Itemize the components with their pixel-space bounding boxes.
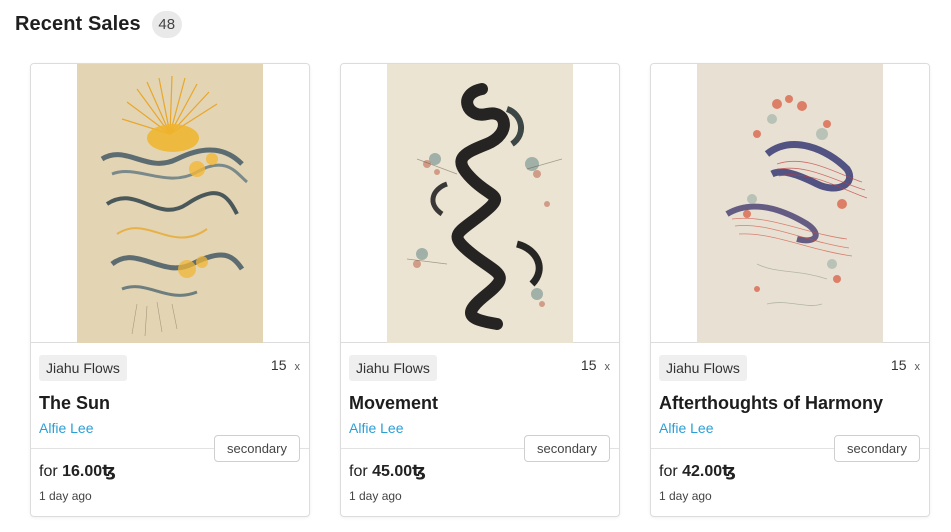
sale-price: for 42.00ꜩ — [659, 461, 736, 481]
artwork-image[interactable] — [651, 64, 929, 343]
sale-price: for 16.00ꜩ — [39, 461, 116, 481]
recent-sales-header: Recent Sales 48 — [15, 10, 182, 38]
edition-number: 15 — [270, 357, 287, 373]
price-prefix: for — [659, 463, 678, 480]
sales-count-badge: 48 — [151, 10, 182, 38]
artist-link[interactable]: Alfie Lee — [349, 420, 403, 436]
price-prefix: for — [349, 463, 368, 480]
artwork-afterthoughts-of-harmony — [697, 64, 883, 343]
sale-time: 1 day ago — [659, 489, 712, 503]
collection-chip[interactable]: Jiahu Flows — [39, 355, 127, 381]
artwork-title[interactable]: Afterthoughts of Harmony — [659, 393, 883, 414]
artwork-image[interactable] — [31, 64, 309, 343]
edition-multiplier: x — [604, 361, 611, 373]
price-value: 42.00ꜩ — [682, 463, 736, 480]
sale-time: 1 day ago — [39, 489, 92, 503]
edition-multiplier: x — [914, 361, 921, 373]
sale-card[interactable]: Jiahu Flows 15 x Afterthoughts of Harmon… — [650, 63, 930, 517]
sale-time: 1 day ago — [349, 489, 402, 503]
edition-count: 15 x — [271, 357, 300, 373]
edition-count: 15 x — [581, 357, 610, 373]
edition-count: 15 x — [891, 357, 920, 373]
artwork-title[interactable]: Movement — [349, 393, 438, 414]
market-tag: secondary — [834, 435, 920, 462]
artist-link[interactable]: Alfie Lee — [659, 420, 713, 436]
artwork-image[interactable] — [341, 64, 619, 343]
price-prefix: for — [39, 463, 58, 480]
page-title: Recent Sales — [15, 12, 141, 35]
edition-multiplier: x — [294, 361, 301, 373]
market-tag: secondary — [214, 435, 300, 462]
artwork-movement — [387, 64, 573, 343]
price-value: 45.00ꜩ — [372, 463, 426, 480]
collection-chip[interactable]: Jiahu Flows — [349, 355, 437, 381]
sale-card[interactable]: Jiahu Flows 15 x Movement Alfie Lee seco… — [340, 63, 620, 517]
edition-number: 15 — [890, 357, 907, 373]
price-value: 16.00ꜩ — [62, 463, 116, 480]
edition-number: 15 — [580, 357, 597, 373]
collection-chip[interactable]: Jiahu Flows — [659, 355, 747, 381]
artwork-title[interactable]: The Sun — [39, 393, 110, 414]
artwork-the-sun — [77, 64, 263, 343]
artist-link[interactable]: Alfie Lee — [39, 420, 93, 436]
sale-price: for 45.00ꜩ — [349, 461, 426, 481]
market-tag: secondary — [524, 435, 610, 462]
sale-card[interactable]: Jiahu Flows 15 x The Sun Alfie Lee secon… — [30, 63, 310, 517]
